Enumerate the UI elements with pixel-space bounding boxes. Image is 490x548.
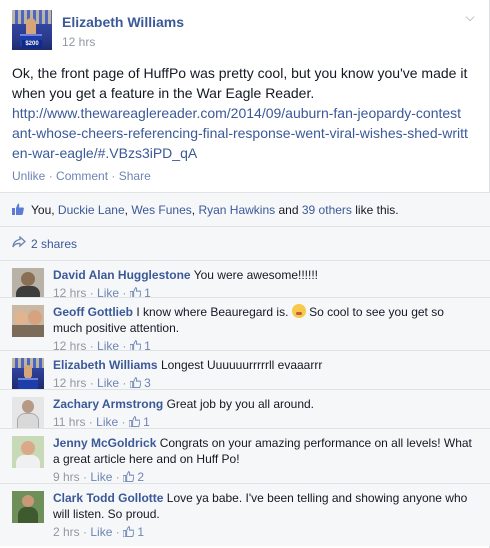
avatar-shirt-icon [12, 325, 44, 337]
comment-body: David Alan Hugglestone You were awesome!… [53, 267, 473, 301]
avatar-shirt-icon [18, 507, 38, 523]
commenter-name[interactable]: Clark Todd Gollotte [53, 491, 163, 505]
commenter-name[interactable]: David Alan Hugglestone [53, 268, 191, 282]
post-card: ⌵ $200 Elizabeth Williams 12 hrs Ok, the… [0, 0, 490, 548]
post-message: Ok, the front page of HuffPo was pretty … [12, 63, 468, 163]
comment-text: You were awesome!!!!!! [193, 268, 318, 282]
post-actions: Unlike · Comment · Share [12, 169, 151, 183]
comment-body: Elizabeth Williams Longest Uuuuuurrrrrll… [53, 357, 473, 391]
comment-time[interactable]: 11 hrs [53, 415, 85, 429]
commenter-avatar[interactable] [12, 358, 44, 390]
post-body-text: Ok, the front page of HuffPo was pretty … [12, 65, 468, 101]
commenter-name[interactable]: Zachary Armstrong [53, 397, 163, 411]
comment-text: I know where Beauregard is. [136, 305, 289, 319]
comment-item: Geoff Gottlieb I know where Beauregard i… [0, 297, 490, 353]
comment-meta: 2 hrs · Like · 1 [53, 525, 145, 539]
likes-you: You [31, 203, 52, 217]
commenter-avatar[interactable] [12, 436, 44, 468]
likes-text: You, Duckie Lane, Wes Funes, Ryan Hawkin… [31, 203, 399, 217]
commenter-avatar[interactable] [12, 305, 44, 337]
comment-item: Jenny McGoldrick Congrats on your amazin… [0, 428, 490, 485]
contestant-figure-icon [24, 365, 32, 379]
share-arrow-icon [12, 236, 26, 248]
avatar-amount: $200 [22, 40, 42, 48]
liker-link[interactable]: Ryan Hawkins [198, 203, 275, 217]
comment-item: David Alan Hugglestone You were awesome!… [0, 260, 490, 300]
comment-item: Elizabeth Williams Longest Uuuuuurrrrrll… [0, 350, 490, 391]
post-author-name[interactable]: Elizabeth Williams [62, 14, 184, 30]
likes-suffix: like this. [355, 203, 399, 217]
likes-others-link[interactable]: 39 others [302, 203, 352, 217]
comment-like-count[interactable]: 1 [143, 415, 150, 429]
comment-time[interactable]: 9 hrs [53, 470, 80, 484]
avatar-figure-icon [22, 400, 34, 413]
comment-time[interactable]: 2 hrs [53, 525, 80, 539]
thumbs-up-icon [123, 471, 135, 482]
comment-body: Geoff Gottlieb I know where Beauregard i… [53, 304, 473, 354]
comment-text: Great job by you all around. [166, 397, 315, 411]
share-link[interactable]: Share [119, 169, 151, 183]
thumbs-up-icon [128, 416, 140, 427]
comment-body: Jenny McGoldrick Congrats on your amazin… [53, 435, 473, 485]
avatar-figure-icon [28, 310, 42, 325]
post-time[interactable]: 12 hrs [62, 35, 95, 49]
liker-link[interactable]: Duckie Lane [58, 203, 125, 217]
comment-item: Zachary Armstrong Great job by you all a… [0, 389, 490, 430]
avatar-shirt-icon [16, 455, 40, 468]
comment-body: Clark Todd Gollotte Love ya babe. I've b… [53, 490, 473, 540]
comment-like-link[interactable]: Like [96, 415, 118, 429]
commenter-avatar[interactable] [12, 397, 44, 429]
comment-item: Clark Todd Gollotte Love ya babe. I've b… [0, 483, 490, 546]
post-link[interactable]: http://www.thewareaglereader.com/2014/09… [12, 105, 468, 161]
thumbs-up-icon [12, 203, 24, 215]
comment-time[interactable]: 12 hrs [53, 376, 86, 390]
author-avatar[interactable]: $200 [12, 10, 52, 50]
thumbs-up-icon [123, 526, 135, 537]
feedback-section: You, Duckie Lane, Wes Funes, Ryan Hawkin… [0, 192, 490, 546]
post-timestamp[interactable]: 12 hrs [62, 35, 95, 49]
avatar-figure-icon [21, 441, 35, 455]
likes-and: and [278, 203, 299, 217]
avatar-figure-icon [14, 311, 28, 325]
comment-like-link[interactable]: Like [90, 470, 112, 484]
astonished-emoji-icon [291, 304, 306, 318]
comment-link[interactable]: Comment [56, 169, 108, 183]
chevron-down-icon[interactable]: ⌵ [463, 10, 477, 24]
avatar-figure-icon [21, 272, 35, 286]
shares-link[interactable]: 2 shares [31, 237, 77, 251]
action-separator: · [111, 169, 116, 183]
avatar-figure-icon [22, 495, 34, 507]
comment-text: Longest Uuuuuurrrrrll evaaarrr [160, 358, 323, 372]
comment-like-count[interactable]: 3 [144, 376, 151, 390]
comment-like-link[interactable]: Like [97, 376, 119, 390]
commenter-avatar[interactable] [12, 491, 44, 523]
comment-body: Zachary Armstrong Great job by you all a… [53, 396, 473, 430]
commenter-name[interactable]: Jenny McGoldrick [53, 436, 156, 450]
comment-like-link[interactable]: Like [90, 525, 112, 539]
unlike-link[interactable]: Unlike [12, 169, 45, 183]
thumbs-up-icon [129, 377, 141, 388]
liker-link[interactable]: Wes Funes [131, 203, 191, 217]
action-separator: · [48, 169, 53, 183]
commenter-name[interactable]: Geoff Gottlieb [53, 305, 133, 319]
shares-summary: 2 shares [0, 226, 490, 260]
comment-like-count[interactable]: 2 [137, 470, 144, 484]
commenter-avatar[interactable] [12, 268, 44, 300]
avatar-shirt-icon [17, 413, 39, 429]
commenter-name[interactable]: Elizabeth Williams [53, 358, 158, 372]
likes-summary: You, Duckie Lane, Wes Funes, Ryan Hawkin… [0, 192, 490, 226]
comment-like-count[interactable]: 1 [137, 525, 144, 539]
